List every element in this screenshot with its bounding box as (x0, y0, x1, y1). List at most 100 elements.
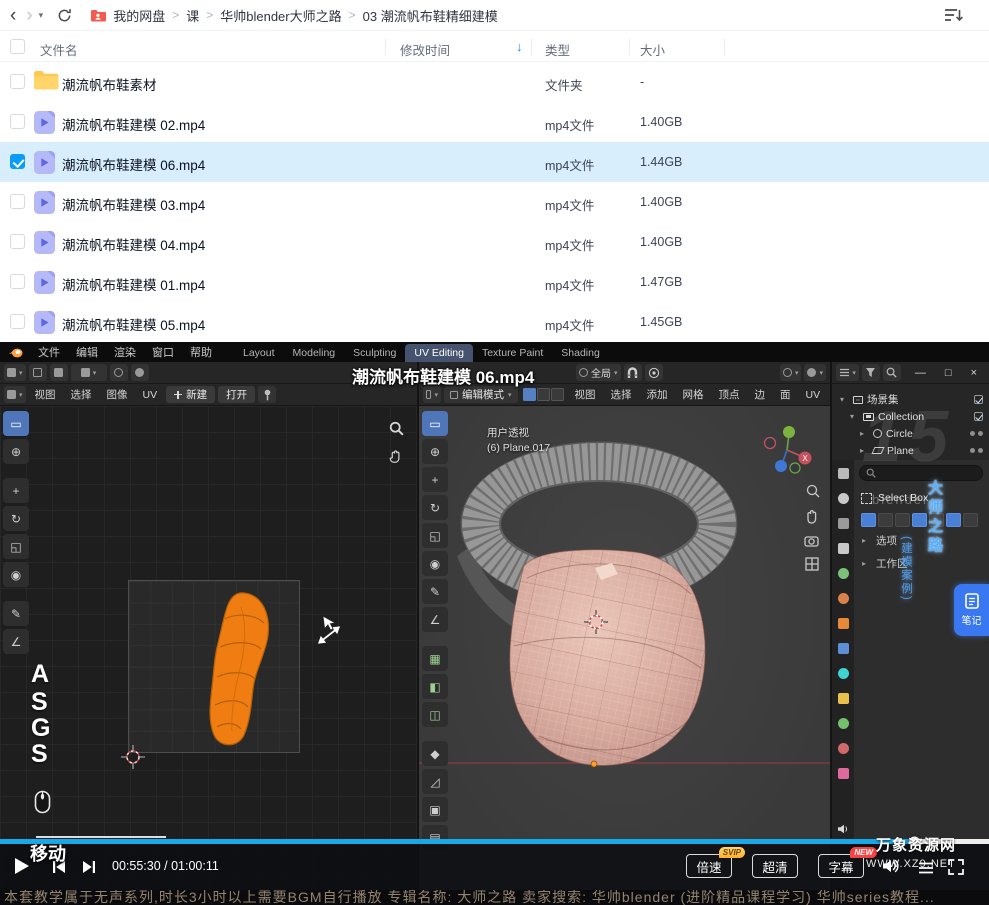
zoom-icon[interactable] (386, 418, 406, 438)
tool-transform[interactable]: ◉ (422, 551, 448, 576)
visibility-icon[interactable] (970, 448, 975, 453)
uv-menu-view[interactable]: 视图 (29, 387, 62, 402)
pin-icon[interactable] (258, 386, 276, 403)
vp-menu-uv[interactable]: UV (800, 389, 827, 401)
tool-variant-icon[interactable] (878, 513, 893, 527)
tool-annotate[interactable]: ✎ (422, 579, 448, 604)
tool-inset[interactable]: ◫ (422, 702, 448, 727)
row-checkbox[interactable] (10, 274, 25, 289)
subtitle-button[interactable]: 字幕NEW (818, 854, 864, 878)
tool-extrude[interactable]: ◧ (422, 674, 448, 699)
select-all-checkbox[interactable] (10, 39, 25, 54)
uv-editor[interactable]: ▭ ⊕ + ↻ ◱ ◉ ✎ ∠ (0, 406, 417, 890)
render-tab-icon[interactable] (838, 493, 849, 504)
outliner-filter-icon[interactable] (862, 364, 880, 381)
quality-button[interactable]: 超清 (752, 854, 798, 878)
texture-tab-icon[interactable] (838, 768, 849, 779)
breadcrumb-item[interactable]: 华帅blender大师之路 (220, 6, 341, 25)
file-row[interactable]: 潮流帆布鞋建模 02.mp4 mp4文件 1.40GB (0, 102, 989, 142)
tool-variant-icon[interactable] (946, 513, 961, 527)
panel-options[interactable]: ▸选项 (854, 527, 989, 550)
tool-move[interactable]: + (422, 467, 448, 492)
video-player[interactable]: 文件 编辑 渲染 窗口 帮助 Layout Modeling Sculpting… (0, 342, 989, 890)
pan-hand-icon[interactable] (386, 446, 406, 466)
fullscreen-icon[interactable] (948, 859, 964, 880)
breadcrumb-item[interactable]: 我的网盘 (113, 6, 165, 25)
select-mode-icons[interactable] (523, 388, 564, 401)
vp-menu-add[interactable]: 添加 (641, 387, 674, 402)
tool-measure[interactable]: ∠ (422, 607, 448, 632)
panel-workspace[interactable]: ▸工作区 (854, 550, 989, 573)
file-row[interactable]: 潮流帆布鞋建模 03.mp4 mp4文件 1.40GB (0, 182, 989, 222)
playlist-icon[interactable] (918, 861, 934, 879)
row-checkbox[interactable] (10, 194, 25, 209)
outliner-search-icon[interactable] (883, 364, 901, 381)
tab-uv-editing[interactable]: UV Editing (405, 344, 473, 362)
collection-checkbox-icon[interactable] (974, 412, 983, 421)
data-tab-icon[interactable] (838, 718, 849, 729)
menu-window[interactable]: 窗口 (144, 344, 182, 360)
material-tab-icon[interactable] (838, 743, 849, 754)
column-name[interactable]: 文件名 (40, 40, 78, 59)
render-visibility-icon[interactable] (978, 448, 983, 453)
menu-file[interactable]: 文件 (30, 344, 68, 360)
tool-measure[interactable]: ∠ (3, 629, 29, 654)
blender-logo-icon[interactable] (8, 347, 23, 358)
row-checkbox-checked[interactable] (10, 154, 25, 169)
refresh-icon[interactable] (57, 8, 72, 23)
viewlayer-tab-icon[interactable] (838, 543, 849, 554)
row-checkbox[interactable] (10, 314, 25, 329)
tool-bevel[interactable]: ◆ (422, 741, 448, 766)
uv-menu-uv[interactable]: UV (137, 389, 164, 401)
tab-modeling[interactable]: Modeling (284, 344, 345, 362)
visibility-icon[interactable] (970, 431, 975, 436)
speed-button[interactable]: 倍速SVIP (686, 854, 732, 878)
file-row[interactable]: 潮流帆布鞋建模 05.mp4 mp4文件 1.45GB (0, 302, 989, 342)
file-row-selected[interactable]: 潮流帆布鞋建模 06.mp4 mp4文件 1.44GB (0, 142, 989, 182)
forward-icon[interactable]: › (26, 6, 32, 25)
minimize-icon[interactable]: — (907, 367, 934, 379)
file-row[interactable]: 潮流帆布鞋素材 文件夹 - (0, 62, 989, 102)
editor-type-outliner-dropdown[interactable]: ▾ (836, 364, 859, 381)
image-select-dropdown[interactable]: ▾ (71, 364, 107, 381)
menu-edit[interactable]: 编辑 (68, 344, 106, 360)
row-checkbox[interactable] (10, 74, 25, 89)
overlays-toggle-icon[interactable]: ▾ (780, 364, 802, 381)
menu-render[interactable]: 渲染 (106, 344, 144, 360)
tool-rotate[interactable]: ↻ (422, 495, 448, 520)
back-icon[interactable]: ‹ (10, 6, 16, 25)
breadcrumb-item[interactable]: 课 (186, 6, 199, 25)
editor-type-uv-dropdown[interactable]: ▾ (4, 364, 26, 381)
breadcrumb-item-current[interactable]: 03 潮流帆布鞋精细建模 (363, 6, 498, 25)
tab-texture-paint[interactable]: Texture Paint (473, 344, 552, 362)
nav-gizmo[interactable]: X (765, 426, 812, 473)
constraints-tab-icon[interactable] (838, 693, 849, 704)
scene-tab-icon[interactable] (838, 568, 849, 579)
tool-variant-icon[interactable] (895, 513, 910, 527)
row-checkbox[interactable] (10, 234, 25, 249)
tab-layout[interactable]: Layout (234, 344, 284, 362)
proportional-editing-icon[interactable] (645, 364, 663, 381)
sort-view-icon[interactable] (944, 8, 963, 27)
maximize-icon[interactable]: □ (937, 367, 960, 379)
render-visibility-icon[interactable] (978, 431, 983, 436)
output-tab-icon[interactable] (838, 518, 849, 529)
uv-menu-select[interactable]: 选择 (65, 387, 98, 402)
uv-toggle-icon[interactable] (50, 364, 68, 381)
tool-cursor[interactable]: ⊕ (422, 439, 448, 464)
vp-menu-vertex[interactable]: 顶点 (713, 387, 746, 402)
volume-icon[interactable] (882, 859, 900, 878)
vp-menu-select[interactable]: 选择 (605, 387, 638, 402)
open-image-button[interactable]: 打开 (218, 386, 255, 403)
menu-help[interactable]: 帮助 (182, 344, 220, 360)
vp-menu-edge[interactable]: 边 (749, 387, 772, 402)
file-row[interactable]: 潮流帆布鞋建模 01.mp4 mp4文件 1.47GB (0, 262, 989, 302)
tool-tab-icon[interactable] (838, 468, 849, 479)
editor-type-3d-dropdown[interactable]: ▾ (423, 386, 441, 403)
orientation-dropdown[interactable]: 全局▾ (576, 364, 621, 381)
file-row[interactable]: 潮流帆布鞋建模 04.mp4 mp4文件 1.40GB (0, 222, 989, 262)
tool-scale[interactable]: ◱ (422, 523, 448, 548)
uv-menu-image[interactable]: 图像 (101, 387, 134, 402)
vp-menu-view[interactable]: 视图 (569, 387, 602, 402)
column-size[interactable]: 大小 (640, 40, 665, 59)
